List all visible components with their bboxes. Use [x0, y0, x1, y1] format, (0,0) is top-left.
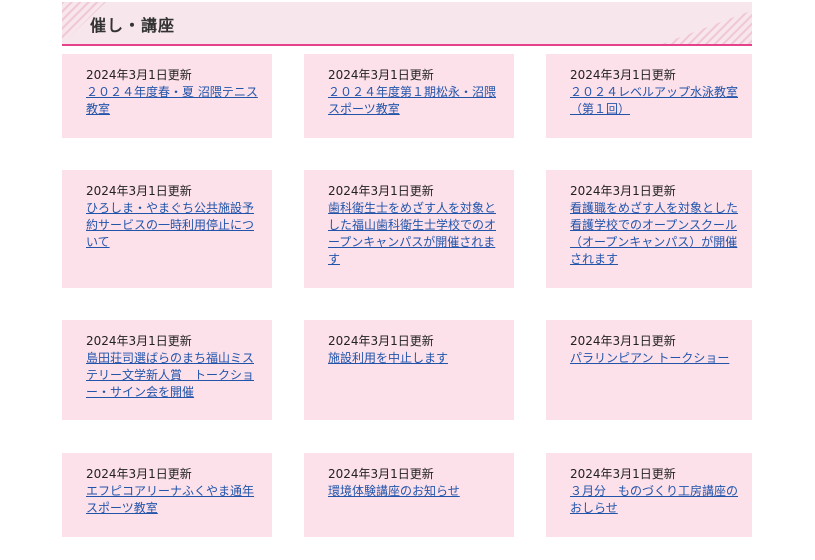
event-card: 2024年3月1日更新 施設利用を中止します [304, 320, 514, 420]
update-date: 2024年3月1日更新 [570, 467, 676, 481]
event-link[interactable]: エフピコアリーナふくやま通年スポーツ教室 [86, 483, 262, 517]
update-date: 2024年3月1日更新 [570, 184, 676, 198]
update-date: 2024年3月1日更新 [570, 334, 676, 348]
event-link[interactable]: ２０２４年度第１期松永・沼隈スポーツ教室 [328, 84, 504, 118]
event-card: 2024年3月1日更新 歯科衛生士をめざす人を対象とした福山歯科衛生士学校でのオ… [304, 170, 514, 288]
update-date: 2024年3月1日更新 [570, 68, 676, 82]
update-date: 2024年3月1日更新 [328, 68, 434, 82]
event-card: 2024年3月1日更新 島田荘司選ばらのまち福山ミステリー文学新人賞 トークショ… [62, 320, 272, 420]
event-link[interactable]: ３月分 ものづくり工房講座のおしらせ [570, 483, 742, 517]
section-header: 催し・講座 [62, 2, 752, 46]
update-date: 2024年3月1日更新 [328, 467, 434, 481]
event-card: 2024年3月1日更新 ２０２４レベルアップ水泳教室（第１回） [546, 54, 752, 138]
event-card: 2024年3月1日更新 ３月分 ものづくり工房講座のおしらせ [546, 453, 752, 537]
event-card: 2024年3月1日更新 パラリンピアン トークショー [546, 320, 752, 420]
event-link[interactable]: 施設利用を中止します [328, 350, 504, 367]
event-link[interactable]: パラリンピアン トークショー [570, 350, 742, 367]
event-card: 2024年3月1日更新 環境体験講座のお知らせ [304, 453, 514, 537]
event-card: 2024年3月1日更新 ひろしま・やまぐち公共施設予約サービスの一時利用停止につ… [62, 170, 272, 288]
update-date: 2024年3月1日更新 [328, 334, 434, 348]
update-date: 2024年3月1日更新 [86, 68, 192, 82]
event-link[interactable]: ２０２４年度春・夏 沼隈テニス教室 [86, 84, 262, 118]
event-card: 2024年3月1日更新 ２０２４年度第１期松永・沼隈スポーツ教室 [304, 54, 514, 138]
update-date: 2024年3月1日更新 [328, 184, 434, 198]
event-link[interactable]: 歯科衛生士をめざす人を対象とした福山歯科衛生士学校でのオープンキャンパスが開催さ… [328, 200, 504, 268]
event-link[interactable]: 島田荘司選ばらのまち福山ミステリー文学新人賞 トークショー・サイン会を開催 [86, 350, 262, 401]
event-card: 2024年3月1日更新 看護職をめざす人を対象とした看護学校でのオープンスクール… [546, 170, 752, 288]
event-link[interactable]: 環境体験講座のお知らせ [328, 483, 504, 500]
event-link[interactable]: ２０２４レベルアップ水泳教室（第１回） [570, 84, 742, 118]
event-card: 2024年3月1日更新 エフピコアリーナふくやま通年スポーツ教室 [62, 453, 272, 537]
event-link[interactable]: 看護職をめざす人を対象とした看護学校でのオープンスクール（オープンキャンパス）が… [570, 200, 742, 268]
event-card: 2024年3月1日更新 ２０２４年度春・夏 沼隈テニス教室 [62, 54, 272, 138]
section-title: 催し・講座 [90, 16, 176, 35]
update-date: 2024年3月1日更新 [86, 467, 192, 481]
header-decoration [662, 10, 752, 44]
update-date: 2024年3月1日更新 [86, 184, 192, 198]
event-link[interactable]: ひろしま・やまぐち公共施設予約サービスの一時利用停止について [86, 200, 262, 251]
update-date: 2024年3月1日更新 [86, 334, 192, 348]
